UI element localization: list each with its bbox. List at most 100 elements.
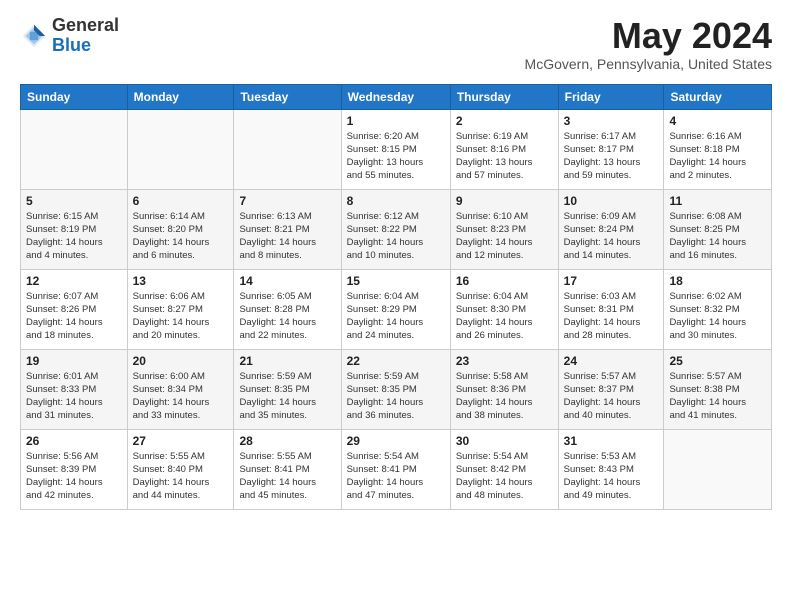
day-info: Sunrise: 6:17 AMSunset: 8:17 PMDaylight:… xyxy=(564,130,659,183)
calendar-cell: 24 Sunrise: 5:57 AMSunset: 8:37 PMDayligh… xyxy=(558,349,664,429)
month-year-title: May 2024 xyxy=(525,16,772,56)
calendar-cell: 6 Sunrise: 6:14 AMSunset: 8:20 PMDaylight… xyxy=(127,189,234,269)
day-number: 17 xyxy=(564,274,659,288)
page-header: General Blue May 2024 McGovern, Pennsylv… xyxy=(20,16,772,72)
day-number: 14 xyxy=(239,274,335,288)
calendar-cell: 19 Sunrise: 6:01 AMSunset: 8:33 PMDayligh… xyxy=(21,349,128,429)
day-info: Sunrise: 6:14 AMSunset: 8:20 PMDaylight:… xyxy=(133,210,229,263)
calendar-week-3: 12Sunrise: 6:07 AMSunset: 8:26 PMDayligh… xyxy=(21,269,772,349)
day-number: 4 xyxy=(669,114,766,128)
weekday-header-saturday: Saturday xyxy=(664,84,772,109)
day-info: Sunrise: 5:53 AMSunset: 8:43 PMDaylight:… xyxy=(564,450,659,503)
calendar-cell xyxy=(664,429,772,509)
weekday-header-sunday: Sunday xyxy=(21,84,128,109)
calendar-cell: 8Sunrise: 6:12 AMSunset: 8:22 PMDaylight… xyxy=(341,189,450,269)
day-info: Sunrise: 6:04 AMSunset: 8:30 PMDaylight:… xyxy=(456,290,553,343)
calendar-week-4: 19 Sunrise: 6:01 AMSunset: 8:33 PMDayligh… xyxy=(21,349,772,429)
day-info: Sunrise: 5:54 AMSunset: 8:42 PMDaylight:… xyxy=(456,450,553,503)
calendar-cell: 2Sunrise: 6:19 AMSunset: 8:16 PMDaylight… xyxy=(450,109,558,189)
calendar-cell xyxy=(21,109,128,189)
calendar-cell: 22Sunrise: 5:59 AMSunset: 8:35 PMDayligh… xyxy=(341,349,450,429)
day-info: Sunrise: 6:02 AMSunset: 8:32 PMDaylight:… xyxy=(669,290,766,343)
day-number: 6 xyxy=(133,194,229,208)
day-number: 20 xyxy=(133,354,229,368)
calendar-cell: 11 Sunrise: 6:08 AMSunset: 8:25 PMDayligh… xyxy=(664,189,772,269)
calendar-cell: 20 Sunrise: 6:00 AMSunset: 8:34 PMDayligh… xyxy=(127,349,234,429)
day-info: Sunrise: 5:57 AMSunset: 8:37 PMDaylight:… xyxy=(564,370,659,423)
day-number: 2 xyxy=(456,114,553,128)
day-info: Sunrise: 5:57 AMSunset: 8:38 PMDaylight:… xyxy=(669,370,766,423)
logo: General Blue xyxy=(20,16,119,56)
location-subtitle: McGovern, Pennsylvania, United States xyxy=(525,56,772,72)
title-block: May 2024 McGovern, Pennsylvania, United … xyxy=(525,16,772,72)
day-number: 30 xyxy=(456,434,553,448)
calendar-cell: 7 Sunrise: 6:13 AMSunset: 8:21 PMDaylight… xyxy=(234,189,341,269)
day-info: Sunrise: 6:10 AMSunset: 8:23 PMDaylight:… xyxy=(456,210,553,263)
calendar-cell: 28Sunrise: 5:55 AMSunset: 8:41 PMDayligh… xyxy=(234,429,341,509)
day-number: 31 xyxy=(564,434,659,448)
day-info: Sunrise: 6:09 AMSunset: 8:24 PMDaylight:… xyxy=(564,210,659,263)
calendar-cell: 18Sunrise: 6:02 AMSunset: 8:32 PMDayligh… xyxy=(664,269,772,349)
weekday-header-wednesday: Wednesday xyxy=(341,84,450,109)
day-info: Sunrise: 6:13 AMSunset: 8:21 PMDaylight:… xyxy=(239,210,335,263)
calendar-cell: 14 Sunrise: 6:05 AMSunset: 8:28 PMDayligh… xyxy=(234,269,341,349)
logo-blue: Blue xyxy=(52,36,119,56)
day-number: 8 xyxy=(347,194,445,208)
day-info: Sunrise: 6:07 AMSunset: 8:26 PMDaylight:… xyxy=(26,290,122,343)
calendar-cell: 3 Sunrise: 6:17 AMSunset: 8:17 PMDaylight… xyxy=(558,109,664,189)
day-info: Sunrise: 6:04 AMSunset: 8:29 PMDaylight:… xyxy=(347,290,445,343)
logo-text: General Blue xyxy=(52,16,119,56)
day-info: Sunrise: 6:16 AMSunset: 8:18 PMDaylight:… xyxy=(669,130,766,183)
day-number: 11 xyxy=(669,194,766,208)
day-info: Sunrise: 6:00 AMSunset: 8:34 PMDaylight:… xyxy=(133,370,229,423)
weekday-header-thursday: Thursday xyxy=(450,84,558,109)
day-number: 24 xyxy=(564,354,659,368)
calendar-table: SundayMondayTuesdayWednesdayThursdayFrid… xyxy=(20,84,772,510)
day-info: Sunrise: 5:59 AMSunset: 8:35 PMDaylight:… xyxy=(239,370,335,423)
day-number: 7 xyxy=(239,194,335,208)
day-number: 5 xyxy=(26,194,122,208)
calendar-cell: 4 Sunrise: 6:16 AMSunset: 8:18 PMDaylight… xyxy=(664,109,772,189)
calendar-cell: 30 Sunrise: 5:54 AMSunset: 8:42 PMDayligh… xyxy=(450,429,558,509)
calendar-header: SundayMondayTuesdayWednesdayThursdayFrid… xyxy=(21,84,772,109)
logo-general: General xyxy=(52,16,119,36)
day-number: 9 xyxy=(456,194,553,208)
day-info: Sunrise: 5:54 AMSunset: 8:41 PMDaylight:… xyxy=(347,450,445,503)
calendar-cell: 13Sunrise: 6:06 AMSunset: 8:27 PMDayligh… xyxy=(127,269,234,349)
day-info: Sunrise: 6:01 AMSunset: 8:33 PMDaylight:… xyxy=(26,370,122,423)
day-number: 19 xyxy=(26,354,122,368)
calendar-cell: 10 Sunrise: 6:09 AMSunset: 8:24 PMDayligh… xyxy=(558,189,664,269)
day-number: 3 xyxy=(564,114,659,128)
day-info: Sunrise: 5:55 AMSunset: 8:40 PMDaylight:… xyxy=(133,450,229,503)
day-number: 29 xyxy=(347,434,445,448)
day-info: Sunrise: 6:15 AMSunset: 8:19 PMDaylight:… xyxy=(26,210,122,263)
calendar-cell xyxy=(127,109,234,189)
day-number: 27 xyxy=(133,434,229,448)
day-number: 10 xyxy=(564,194,659,208)
calendar-body: 1 Sunrise: 6:20 AMSunset: 8:15 PMDaylight… xyxy=(21,109,772,509)
weekday-header-monday: Monday xyxy=(127,84,234,109)
weekday-header-row: SundayMondayTuesdayWednesdayThursdayFrid… xyxy=(21,84,772,109)
calendar-cell: 26Sunrise: 5:56 AMSunset: 8:39 PMDayligh… xyxy=(21,429,128,509)
day-info: Sunrise: 6:05 AMSunset: 8:28 PMDaylight:… xyxy=(239,290,335,343)
weekday-header-tuesday: Tuesday xyxy=(234,84,341,109)
day-info: Sunrise: 6:08 AMSunset: 8:25 PMDaylight:… xyxy=(669,210,766,263)
day-number: 1 xyxy=(347,114,445,128)
day-info: Sunrise: 5:56 AMSunset: 8:39 PMDaylight:… xyxy=(26,450,122,503)
calendar-cell: 9 Sunrise: 6:10 AMSunset: 8:23 PMDaylight… xyxy=(450,189,558,269)
calendar-cell: 29 Sunrise: 5:54 AMSunset: 8:41 PMDayligh… xyxy=(341,429,450,509)
day-number: 16 xyxy=(456,274,553,288)
calendar-week-5: 26Sunrise: 5:56 AMSunset: 8:39 PMDayligh… xyxy=(21,429,772,509)
weekday-header-friday: Friday xyxy=(558,84,664,109)
calendar-cell: 21Sunrise: 5:59 AMSunset: 8:35 PMDayligh… xyxy=(234,349,341,429)
calendar-cell: 5 Sunrise: 6:15 AMSunset: 8:19 PMDaylight… xyxy=(21,189,128,269)
calendar-cell: 1 Sunrise: 6:20 AMSunset: 8:15 PMDaylight… xyxy=(341,109,450,189)
calendar-cell: 15 Sunrise: 6:04 AMSunset: 8:29 PMDayligh… xyxy=(341,269,450,349)
day-info: Sunrise: 5:59 AMSunset: 8:35 PMDaylight:… xyxy=(347,370,445,423)
day-info: Sunrise: 5:55 AMSunset: 8:41 PMDaylight:… xyxy=(239,450,335,503)
day-number: 13 xyxy=(133,274,229,288)
calendar-cell: 31 Sunrise: 5:53 AMSunset: 8:43 PMDayligh… xyxy=(558,429,664,509)
day-number: 15 xyxy=(347,274,445,288)
logo-icon xyxy=(20,22,48,50)
day-info: Sunrise: 6:20 AMSunset: 8:15 PMDaylight:… xyxy=(347,130,445,183)
